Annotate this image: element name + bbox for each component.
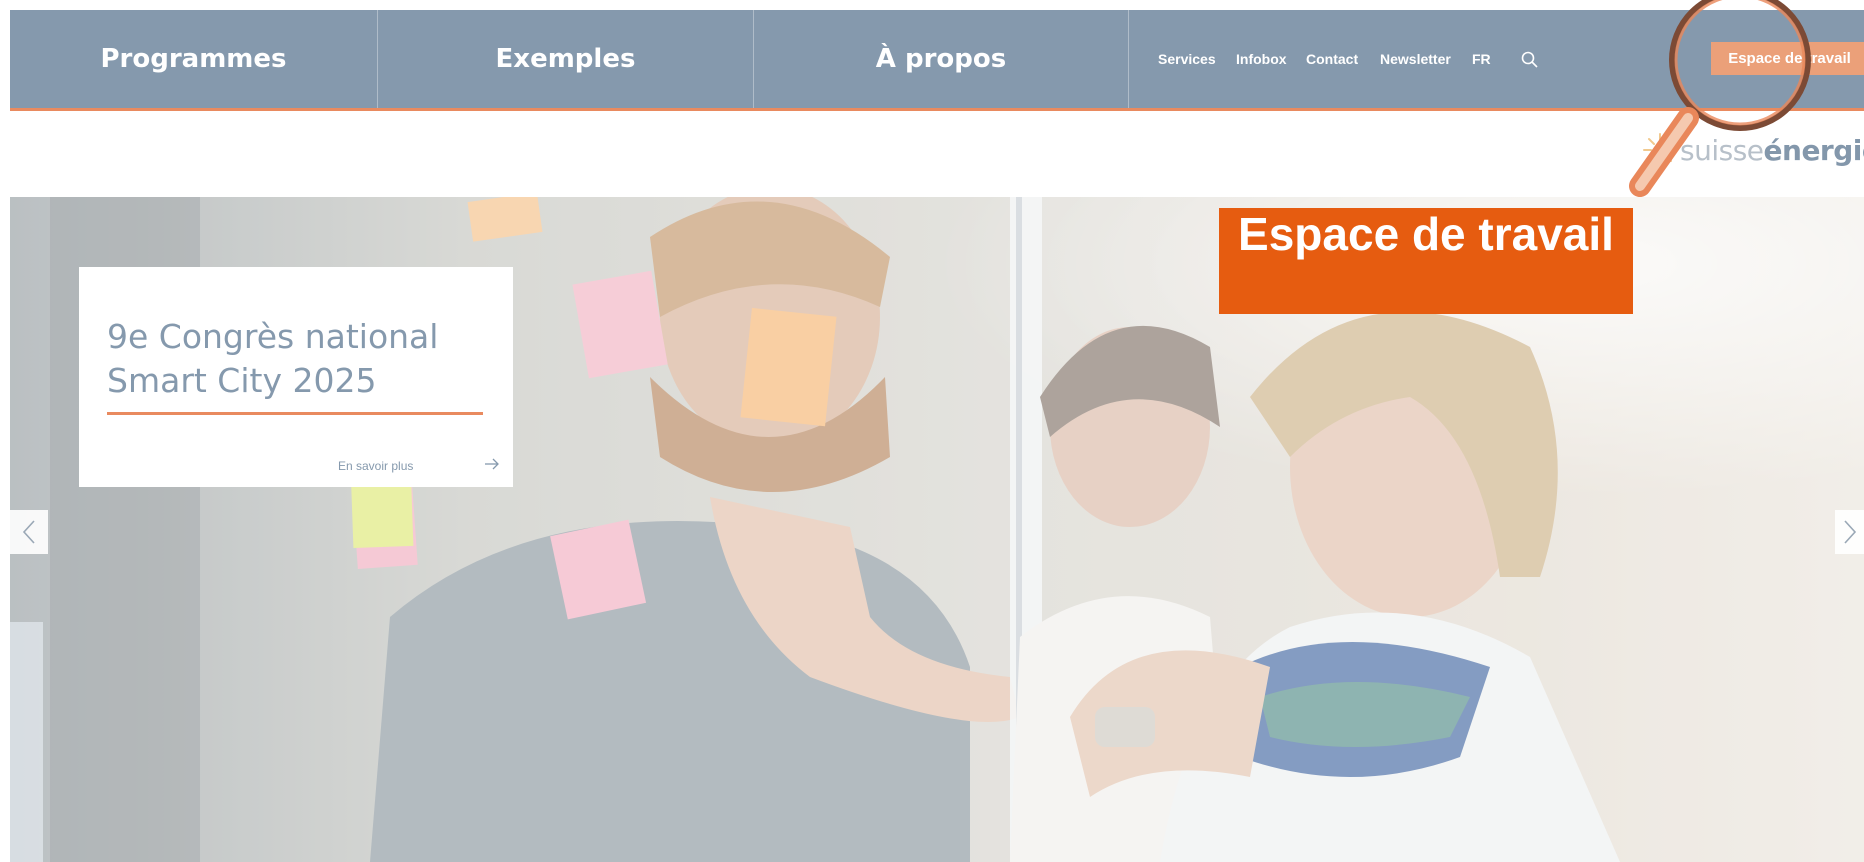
logo-part-1: suisse xyxy=(1680,133,1764,167)
side-panel-tab[interactable] xyxy=(10,622,43,862)
search-icon[interactable] xyxy=(1520,50,1540,70)
nav-item-programmes[interactable]: Programmes xyxy=(10,10,378,108)
logo-wordmark: suisseénergie xyxy=(1680,134,1864,167)
carousel-prev-button[interactable] xyxy=(10,510,48,554)
promo-card: 9e Congrès national Smart City 2025 En s… xyxy=(79,267,513,487)
arrow-right-icon[interactable] xyxy=(484,457,500,471)
chevron-right-icon xyxy=(1843,520,1856,544)
sun-logo-icon xyxy=(1643,133,1677,167)
nav-item-exemples[interactable]: Exemples xyxy=(378,10,754,108)
nav-item-label: Exemples xyxy=(495,44,636,74)
chevron-left-icon xyxy=(22,520,35,544)
workspace-button[interactable]: Espace de travail xyxy=(1711,42,1864,75)
carousel-next-button[interactable] xyxy=(1835,510,1864,554)
language-label[interactable]: FR xyxy=(1472,51,1491,67)
nav-link-label[interactable]: Contact xyxy=(1306,51,1358,67)
promo-divider xyxy=(107,412,483,415)
brand-logo[interactable]: suisseénergie xyxy=(1640,130,1864,170)
workspace-button-label: Espace de travail xyxy=(1728,50,1851,67)
learn-more-link[interactable]: En savoir plus xyxy=(338,459,413,473)
workspace-callout-label: Espace de travail xyxy=(1219,208,1633,314)
nav-link-label[interactable]: Infobox xyxy=(1236,51,1287,67)
nav-link-infobox[interactable]: Infobox xyxy=(1236,10,1287,108)
nav-link-label[interactable]: Services xyxy=(1158,51,1216,67)
nav-link-newsletter[interactable]: Newsletter xyxy=(1380,10,1451,108)
promo-title: 9e Congrès national Smart City 2025 xyxy=(107,317,439,400)
nav-link-contact[interactable]: Contact xyxy=(1306,10,1358,108)
top-navigation: Programmes Exemples À propos Services In… xyxy=(10,10,1864,111)
nav-item-label: Programmes xyxy=(100,44,287,74)
language-selector[interactable]: FR xyxy=(1472,10,1491,108)
nav-item-a-propos[interactable]: À propos xyxy=(754,10,1129,108)
nav-link-label[interactable]: Newsletter xyxy=(1380,51,1451,67)
logo-part-2: énergie xyxy=(1763,133,1864,167)
nav-link-services[interactable]: Services xyxy=(1158,10,1216,108)
nav-item-label: À propos xyxy=(875,44,1007,74)
